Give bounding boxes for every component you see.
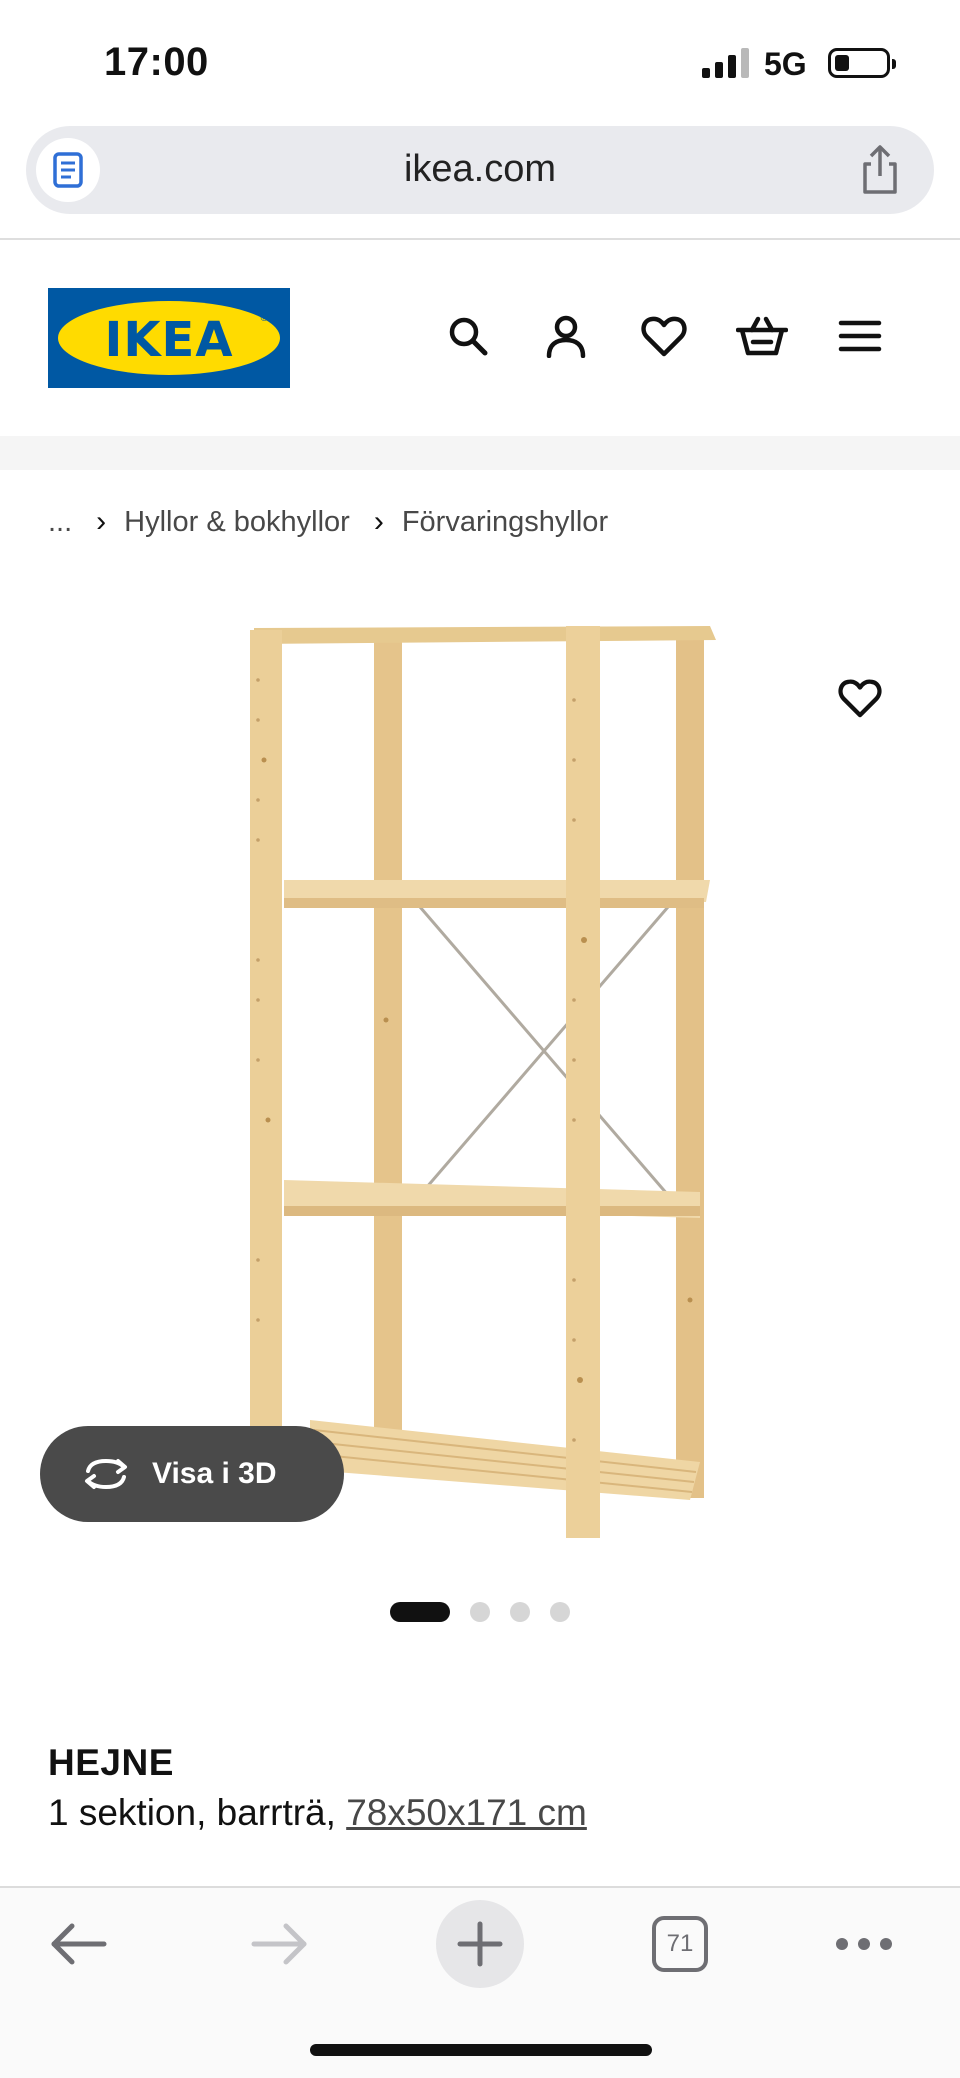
signal-icon [702,48,750,78]
battery-icon [828,48,896,78]
tab-count: 71 [652,1916,708,1972]
gallery-dot[interactable] [550,1602,570,1622]
gallery-dot[interactable] [470,1602,490,1622]
gallery-dot[interactable] [510,1602,530,1622]
divider [0,238,960,240]
chevron-right-icon: › [96,505,107,538]
new-tab-button[interactable] [436,1900,524,1988]
menu-button[interactable] [832,308,888,364]
address-bar[interactable]: ikea.com [26,126,934,214]
more-options-button[interactable] [820,1900,908,1988]
share-button[interactable] [856,144,904,196]
tabs-button[interactable]: 71 [636,1900,724,1988]
plus-icon [457,1921,503,1967]
favorites-button[interactable] [636,308,692,364]
basket-icon [736,316,788,356]
breadcrumb-item-storage-shelves[interactable]: Förvaringshyllor [402,506,608,539]
status-bar: 17:00 5G [0,0,960,120]
forward-button[interactable] [236,1900,324,1988]
account-icon [546,315,586,358]
account-button[interactable] [538,308,594,364]
view-in-3d-label: Visa i 3D [152,1457,277,1490]
breadcrumb: ... › Hyllor & bokhyllor › Förvaringshyl… [48,500,608,544]
product-name: HEJNE [48,1742,174,1783]
heart-icon [838,679,882,718]
network-type: 5G [764,46,807,82]
arrow-right-icon [251,1923,307,1965]
url-text[interactable]: ikea.com [26,148,934,191]
product-type: 1 sektion, barrträ, [48,1792,336,1833]
header-separator [0,436,960,470]
share-icon [863,145,897,194]
arrow-left-icon [51,1923,107,1965]
back-button[interactable] [34,1900,122,1988]
search-icon [449,317,488,356]
gallery-pagination [390,1602,570,1622]
chevron-right-icon: › [373,505,384,538]
rotate-3d-icon [85,1458,127,1490]
status-time: 17:00 [104,40,209,84]
product-dimensions-link[interactable]: 78x50x171 cm [346,1792,587,1833]
home-indicator [310,2044,652,2056]
menu-icon [838,320,882,352]
more-dots-icon [836,1938,892,1950]
search-button[interactable] [440,308,496,364]
heart-icon [641,316,687,357]
view-in-3d-button[interactable]: Visa i 3D [40,1426,344,1522]
basket-button[interactable] [734,308,790,364]
breadcrumb-ellipsis[interactable]: ... [48,506,72,539]
breadcrumb-item-shelves[interactable]: Hyllor & bokhyllor [124,506,350,539]
add-to-favorites-button[interactable] [830,668,890,728]
ikea-logo[interactable]: IKEA ® [48,288,290,388]
product-description: 1 sektion, barrträ, 78x50x171 cm [48,1792,587,1834]
gallery-dot[interactable] [390,1602,450,1622]
